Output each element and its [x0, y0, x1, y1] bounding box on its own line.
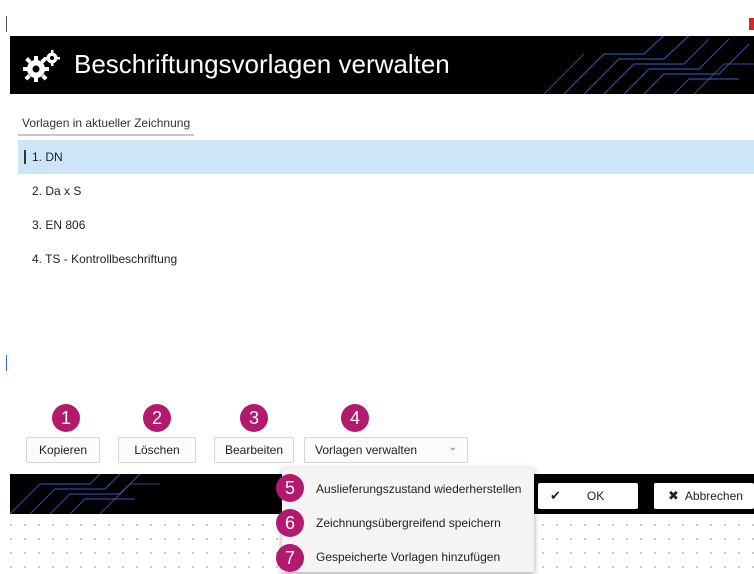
menu-item-add-saved-templates[interactable]: Gespeicherte Vorlagen hinzufügen: [282, 540, 534, 574]
menu-item-restore-defaults[interactable]: Auslieferungszustand wiederherstellen: [282, 472, 534, 506]
list-item-label: 3. EN 806: [32, 218, 86, 232]
step-badge: 7: [276, 544, 304, 572]
close-icon: ✖: [668, 488, 679, 503]
dialog-title: Beschriftungsvorlagen verwalten: [74, 49, 450, 79]
edit-button[interactable]: Bearbeiten: [214, 437, 294, 463]
list-item[interactable]: 2. Da x S: [18, 174, 754, 208]
ok-button-label: OK: [586, 489, 605, 503]
chevron-down-icon: ⌄: [448, 442, 457, 453]
manage-templates-menu: Auslieferungszustand wiederherstellen Ze…: [282, 468, 534, 572]
menu-item-label: Zeichnungsübergreifend speichern: [316, 516, 501, 530]
menu-item-label: Gespeicherte Vorlagen hinzufügen: [316, 550, 501, 564]
manage-templates-dropdown[interactable]: Vorlagen verwalten ⌄: [304, 437, 468, 463]
step-badge: 1: [52, 404, 80, 432]
text-caret: [24, 150, 26, 164]
list-item-label: 1. DN: [32, 150, 63, 164]
cancel-button[interactable]: ✖ Abbrechen: [654, 483, 754, 509]
copy-button[interactable]: Kopieren: [26, 437, 100, 463]
step-badge: 3: [240, 404, 268, 432]
decorative-circuit-graphic: [10, 474, 160, 514]
dialog-titlebar: Beschriftungsvorlagen verwalten: [10, 36, 754, 94]
copy-button-label: Kopieren: [38, 443, 88, 457]
template-list: 1. DN 2. Da x S 3. EN 806 4. TS - Kontro…: [18, 140, 754, 276]
list-item-label: 4. TS - Kontrollbeschriftung: [32, 252, 178, 266]
checkmark-icon: ✔: [550, 488, 561, 503]
delete-button-label: Löschen: [134, 443, 180, 457]
step-badge: 5: [276, 474, 304, 502]
list-item[interactable]: 4. TS - Kontrollbeschriftung: [18, 242, 754, 276]
edit-button-label: Bearbeiten: [224, 443, 284, 457]
ok-button[interactable]: ✔ OK: [538, 483, 638, 509]
step-badge: 4: [341, 404, 369, 432]
menu-item-label: Auslieferungszustand wiederherstellen: [316, 482, 522, 496]
list-item[interactable]: 3. EN 806: [18, 208, 754, 242]
gears-icon: [23, 50, 60, 82]
menu-item-save-across-drawings[interactable]: Zeichnungsübergreifend speichern: [282, 506, 534, 540]
list-item-label: 2. Da x S: [32, 184, 82, 198]
cancel-button-label: Abbrechen: [684, 489, 743, 503]
step-badge: 6: [276, 509, 304, 537]
manage-templates-label: Vorlagen verwalten: [315, 443, 418, 457]
delete-button[interactable]: Löschen: [118, 437, 196, 463]
list-item[interactable]: 1. DN: [18, 140, 754, 174]
tab-templates-current-drawing[interactable]: Vorlagen in aktueller Zeichnung: [18, 112, 195, 136]
left-edge-line: [6, 16, 7, 32]
left-edge-line: [6, 355, 7, 371]
dialog-content: Vorlagen in aktueller Zeichnung 1. DN 2.…: [10, 94, 754, 474]
background-strip: [0, 0, 754, 14]
decorative-circuit-graphic: [543, 36, 754, 94]
window-edge-mark: [749, 18, 754, 30]
step-badge: 2: [143, 404, 171, 432]
